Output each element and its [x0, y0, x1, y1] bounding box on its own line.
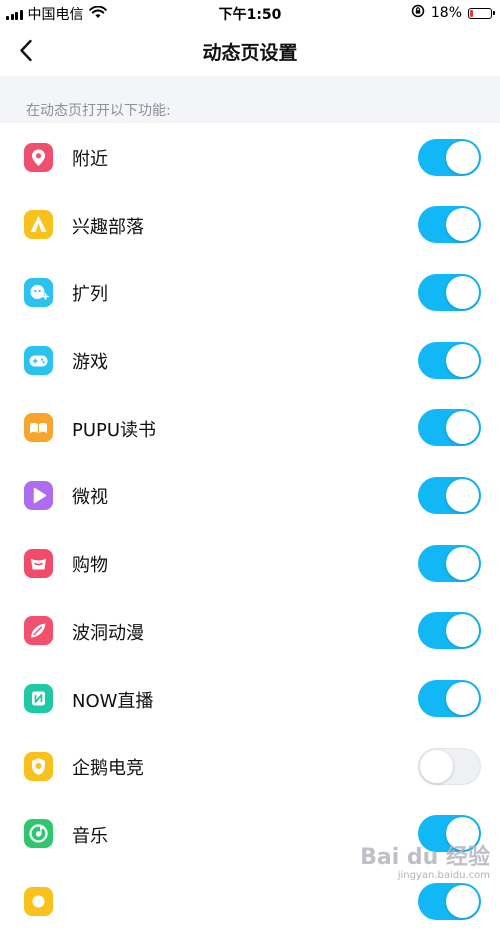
orientation-lock-icon — [411, 4, 425, 22]
book-icon — [24, 413, 53, 443]
settings-row-label: 音乐 — [72, 825, 108, 847]
settings-row[interactable]: 附近 — [0, 123, 500, 191]
settings-row-label: 微视 — [72, 487, 108, 509]
toggle-knob — [446, 682, 479, 715]
toggle-switch[interactable] — [418, 138, 481, 176]
settings-row[interactable]: 扩列 — [0, 258, 500, 326]
watermark-brand: Bai du 经验 — [360, 845, 490, 870]
settings-row[interactable]: 微视 — [0, 461, 500, 529]
app-icon — [24, 887, 53, 917]
toggle-knob — [446, 411, 479, 445]
toggle-switch[interactable] — [418, 476, 481, 514]
settings-row-label: 附近 — [72, 149, 108, 170]
toggle-switch[interactable] — [418, 680, 481, 717]
gamepad-icon — [24, 345, 53, 375]
toggle-knob — [446, 546, 479, 580]
navigation-bar: 动态页设置 — [0, 26, 500, 76]
toggle-switch[interactable] — [418, 747, 481, 785]
shopping-icon — [24, 548, 53, 578]
settings-row-label: 扩列 — [72, 284, 108, 306]
music-icon — [24, 819, 53, 849]
settings-row[interactable]: 波洞动漫 — [0, 597, 500, 665]
settings-row-label: NOW直播 — [72, 690, 154, 712]
settings-row[interactable]: NOW直播 — [0, 665, 500, 733]
toggle-switch[interactable] — [418, 612, 481, 650]
settings-row[interactable]: 兴趣部落 — [0, 191, 500, 259]
video-play-icon — [24, 480, 53, 510]
settings-list: 附近兴趣部落扩列游戏 PUPU读书 微视购物波洞动漫 NOW直播企鹅电竞音乐 — [0, 123, 500, 935]
toggle-knob — [446, 208, 479, 242]
settings-row-label: 兴趣部落 — [72, 216, 144, 238]
tent-icon — [24, 210, 53, 240]
settings-row[interactable]: 企鹅电竞 — [0, 732, 500, 800]
settings-row-label: PUPU读书 — [72, 419, 157, 441]
watermark-logo: Bai du 经验 jingyan.baidu.com — [360, 847, 490, 881]
battery-icon — [468, 7, 495, 19]
settings-row-label: 购物 — [72, 555, 108, 577]
toggle-knob — [446, 885, 479, 919]
add-friend-icon — [24, 277, 53, 307]
battery-percent: 18% — [430, 5, 462, 21]
watermark-url: jingyan.baidu.com — [397, 870, 490, 881]
settings-row[interactable]: PUPU读书 — [0, 394, 500, 462]
toggle-knob — [446, 140, 479, 174]
status-bar: 中国电信 下午1:50 18% — [0, 0, 500, 26]
live-stream-icon — [24, 684, 53, 713]
page-title: 动态页设置 — [202, 42, 298, 64]
esports-icon — [24, 751, 53, 781]
toggle-knob — [446, 343, 479, 377]
settings-row-label: 游戏 — [72, 352, 108, 374]
toggle-knob — [446, 614, 479, 648]
comic-icon — [24, 616, 53, 646]
toggle-switch[interactable] — [418, 409, 481, 447]
settings-row-label: 企鹅电竞 — [72, 758, 144, 780]
toggle-switch[interactable] — [418, 544, 481, 582]
battery-level — [470, 9, 473, 17]
toggle-knob — [446, 478, 479, 512]
settings-row[interactable]: 游戏 — [0, 326, 500, 394]
toggle-knob — [446, 275, 479, 309]
toggle-switch[interactable] — [418, 206, 481, 244]
location-pin-icon — [24, 142, 53, 172]
settings-row[interactable]: 购物 — [0, 529, 500, 597]
settings-row-label: 波洞动漫 — [72, 622, 144, 644]
toggle-knob — [420, 749, 453, 783]
toggle-switch[interactable] — [418, 273, 481, 311]
section-header: 在动态页打开以下功能: — [0, 76, 500, 123]
toggle-switch[interactable] — [418, 341, 481, 379]
status-right: 18% — [411, 4, 495, 22]
